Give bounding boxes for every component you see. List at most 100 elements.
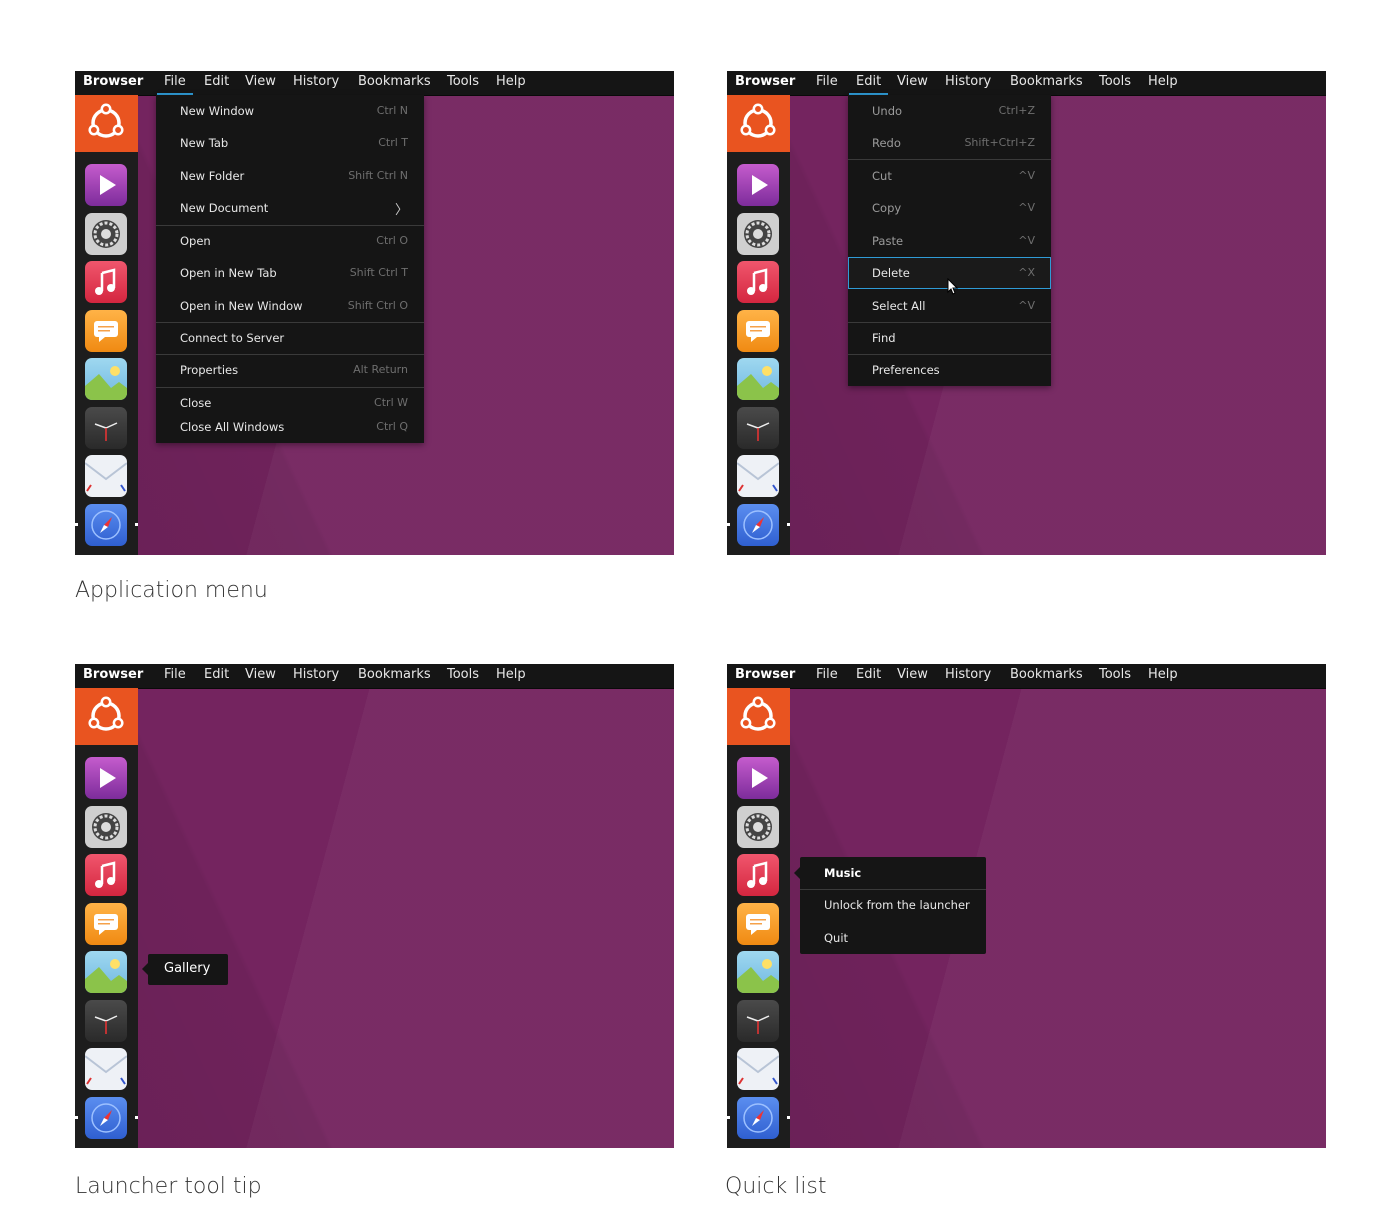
- menu-item-shortcut: Ctrl Q: [376, 420, 408, 433]
- menu-file[interactable]: File: [164, 667, 186, 682]
- music-icon[interactable]: [85, 261, 127, 303]
- menu-item-shortcut: ^X: [1018, 266, 1035, 279]
- menu-item-copy[interactable]: Copy ^V: [848, 192, 1051, 224]
- messages-icon[interactable]: [85, 903, 127, 945]
- mail-icon[interactable]: [737, 455, 779, 497]
- app-title: Browser: [83, 74, 144, 89]
- menu-bookmarks[interactable]: Bookmarks: [1010, 667, 1083, 682]
- menu-view[interactable]: View: [245, 667, 276, 682]
- gallery-icon[interactable]: [85, 951, 127, 993]
- ubuntu-logo-icon: [88, 103, 124, 138]
- launcher-home-button[interactable]: [75, 95, 138, 152]
- settings-icon[interactable]: [737, 213, 779, 255]
- quick-list-menu: Music Unlock from the launcher Quit: [794, 857, 986, 954]
- menu-item-label: Open in New Tab: [180, 266, 277, 280]
- launcher-home-button[interactable]: [727, 95, 790, 152]
- menu-item-cut[interactable]: Cut ^V: [848, 160, 1051, 192]
- settings-icon[interactable]: [737, 806, 779, 848]
- menu-item-paste[interactable]: Paste ^V: [848, 225, 1051, 257]
- settings-icon[interactable]: [85, 213, 127, 255]
- music-icon[interactable]: [85, 854, 127, 896]
- menu-bookmarks[interactable]: Bookmarks: [1010, 74, 1083, 89]
- menu-item-close-all-windows[interactable]: Close All Windows Ctrl Q: [156, 411, 424, 443]
- menu-item-new-folder[interactable]: New Folder Shift Ctrl N: [156, 160, 424, 192]
- menu-view[interactable]: View: [897, 74, 928, 89]
- menu-item-shortcut: Ctrl T: [378, 136, 408, 149]
- clock-icon[interactable]: [737, 407, 779, 449]
- menu-item-find[interactable]: Find: [848, 322, 1051, 354]
- menu-history[interactable]: History: [293, 667, 339, 682]
- menu-bookmarks[interactable]: Bookmarks: [358, 74, 431, 89]
- menu-item-connect-to-server[interactable]: Connect to Server: [156, 322, 424, 354]
- menu-edit[interactable]: Edit: [204, 667, 229, 682]
- menu-item-undo[interactable]: Undo Ctrl+Z: [848, 95, 1051, 127]
- menu-view[interactable]: View: [245, 74, 276, 89]
- music-icon[interactable]: [737, 854, 779, 896]
- menu-item-open-in-new-window[interactable]: Open in New Window Shift Ctrl O: [156, 290, 424, 322]
- menu-item-label: New Folder: [180, 169, 245, 183]
- ubuntu-logo-icon: [740, 696, 776, 731]
- running-indicator: [727, 523, 730, 526]
- clock-icon[interactable]: [737, 1000, 779, 1042]
- quick-list-item-unlock[interactable]: Unlock from the launcher: [800, 889, 986, 921]
- menu-file[interactable]: File: [157, 74, 193, 95]
- menu-help[interactable]: Help: [496, 667, 526, 682]
- gallery-icon[interactable]: [737, 951, 779, 993]
- menu-item-new-document[interactable]: New Document 〉: [156, 192, 424, 224]
- menu-item-new-tab[interactable]: New Tab Ctrl T: [156, 127, 424, 159]
- menu-item-open[interactable]: Open Ctrl O: [156, 225, 424, 257]
- menu-bookmarks[interactable]: Bookmarks: [358, 667, 431, 682]
- panel-edit-menu: Browser File Edit View History Bookmarks…: [727, 71, 1326, 555]
- video-icon[interactable]: [737, 757, 779, 799]
- menu-item-properties[interactable]: Properties Alt Return: [156, 354, 424, 386]
- gallery-icon[interactable]: [737, 358, 779, 400]
- messages-icon[interactable]: [737, 310, 779, 352]
- menu-item-open-in-new-tab[interactable]: Open in New Tab Shift Ctrl T: [156, 257, 424, 289]
- menu-item-redo[interactable]: Redo Shift+Ctrl+Z: [848, 127, 1051, 159]
- menu-view[interactable]: View: [897, 667, 928, 682]
- menu-tools[interactable]: Tools: [447, 667, 479, 682]
- menu-help[interactable]: Help: [496, 74, 526, 89]
- browser-icon[interactable]: [737, 1097, 779, 1139]
- caption-application-menu: Application menu: [75, 578, 268, 603]
- browser-icon[interactable]: [85, 504, 127, 546]
- video-icon[interactable]: [737, 164, 779, 206]
- music-icon[interactable]: [737, 261, 779, 303]
- menu-file[interactable]: File: [816, 667, 838, 682]
- settings-icon[interactable]: [85, 806, 127, 848]
- video-icon[interactable]: [85, 164, 127, 206]
- menu-file[interactable]: File: [816, 74, 838, 89]
- gallery-icon[interactable]: [85, 358, 127, 400]
- video-icon[interactable]: [85, 757, 127, 799]
- messages-icon[interactable]: [85, 310, 127, 352]
- menu-item-new-window[interactable]: New Window Ctrl N: [156, 95, 424, 127]
- menu-tools[interactable]: Tools: [1099, 667, 1131, 682]
- browser-icon[interactable]: [85, 1097, 127, 1139]
- menu-edit[interactable]: Edit: [848, 74, 889, 95]
- launcher: [727, 688, 790, 1148]
- quick-list-item-quit[interactable]: Quit: [800, 922, 986, 954]
- menu-tools[interactable]: Tools: [447, 74, 479, 89]
- clock-icon[interactable]: [85, 407, 127, 449]
- menu-help[interactable]: Help: [1148, 667, 1178, 682]
- menu-item-shortcut: Shift Ctrl T: [349, 266, 408, 279]
- launcher-home-button[interactable]: [727, 688, 790, 745]
- messages-icon[interactable]: [737, 903, 779, 945]
- launcher: [727, 95, 790, 555]
- file-dropdown-menu: New Window Ctrl N New Tab Ctrl T New Folde…: [156, 95, 424, 443]
- menu-help[interactable]: Help: [1148, 74, 1178, 89]
- menu-item-preferences[interactable]: Preferences: [848, 354, 1051, 386]
- launcher: [75, 95, 138, 555]
- menu-history[interactable]: History: [945, 74, 991, 89]
- menu-edit[interactable]: Edit: [204, 74, 229, 89]
- browser-icon[interactable]: [737, 504, 779, 546]
- launcher-home-button[interactable]: [75, 688, 138, 745]
- clock-icon[interactable]: [85, 1000, 127, 1042]
- menu-history[interactable]: History: [945, 667, 991, 682]
- mail-icon[interactable]: [85, 1048, 127, 1090]
- menu-tools[interactable]: Tools: [1099, 74, 1131, 89]
- menu-edit[interactable]: Edit: [856, 667, 881, 682]
- mail-icon[interactable]: [85, 455, 127, 497]
- mail-icon[interactable]: [737, 1048, 779, 1090]
- menu-history[interactable]: History: [293, 74, 339, 89]
